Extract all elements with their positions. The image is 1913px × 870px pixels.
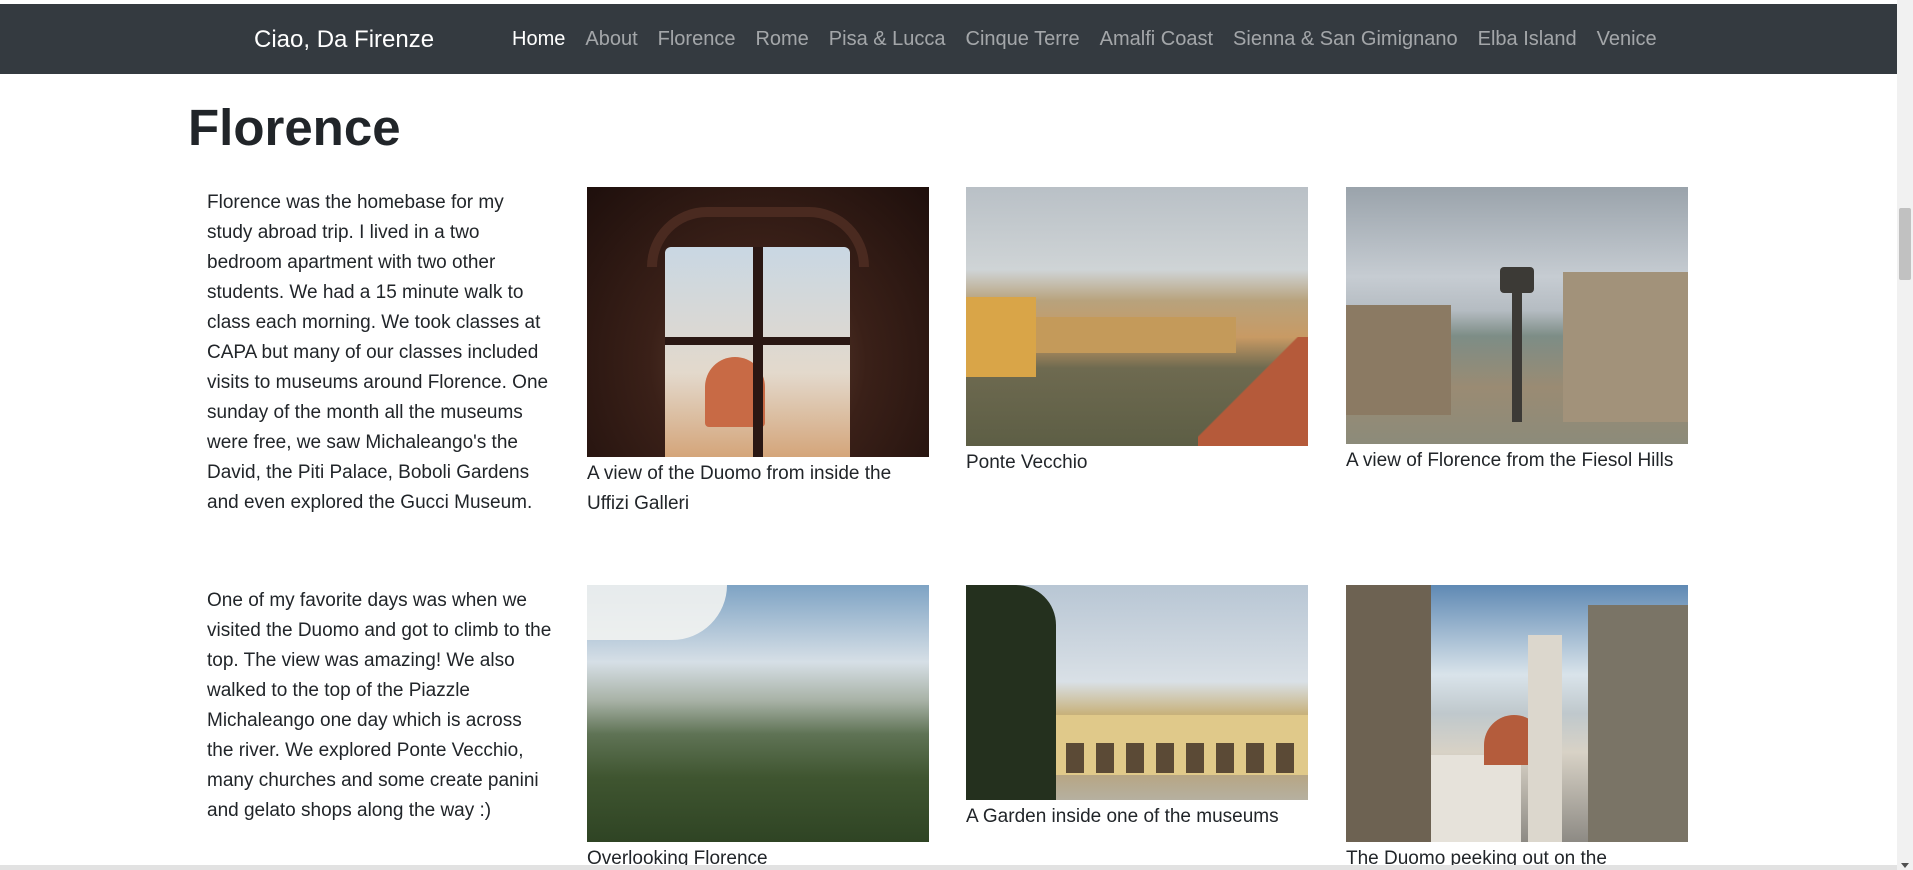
photo-card: A view of the Duomo from inside the Uffi…: [587, 187, 929, 519]
intro-paragraph: Florence was the homebase for my study a…: [207, 192, 549, 513]
photo-caption: A Garden inside one of the museums: [966, 806, 1279, 827]
nav-link-about[interactable]: About: [575, 4, 647, 74]
photo-caption: A view of Florence from the Fiesol Hills: [1346, 450, 1674, 471]
nav-link-amalfi-coast[interactable]: Amalfi Coast: [1090, 4, 1223, 74]
photo-card: A view of Florence from the Fiesol Hills: [1346, 187, 1688, 476]
photo-card: Overlooking Florence: [587, 585, 929, 870]
nav-link-pisa-lucca[interactable]: Pisa & Lucca: [819, 4, 956, 74]
nav-link-elba-island[interactable]: Elba Island: [1468, 4, 1587, 74]
nav-link-home[interactable]: Home: [502, 4, 575, 74]
nav-links: Home About Florence Rome Pisa & Lucca Ci…: [502, 4, 1667, 74]
photo-card: A Garden inside one of the museums: [966, 585, 1308, 832]
nav-link-cinque-terre[interactable]: Cinque Terre: [956, 4, 1090, 74]
nav-link-florence[interactable]: Florence: [648, 4, 746, 74]
nav-link-venice[interactable]: Venice: [1587, 4, 1667, 74]
page-title: Florence: [188, 99, 401, 156]
favorite-day-paragraph: One of my favorite days was when we visi…: [207, 590, 552, 821]
photo-caption: A view of the Duomo from inside the Uffi…: [587, 463, 892, 514]
horizontal-scrollbar[interactable]: [0, 865, 1897, 870]
scroll-down-arrow-icon[interactable]: [1901, 863, 1909, 868]
museum-garden-photo: [966, 585, 1308, 800]
fiesole-hills-photo: [1346, 187, 1688, 444]
vertical-scrollbar[interactable]: [1897, 0, 1913, 870]
scrollbar-thumb[interactable]: [1899, 208, 1911, 280]
ponte-vecchio-photo: [966, 187, 1308, 446]
duomo-from-uffizi-photo: [587, 187, 929, 457]
nav-link-sienna-san-gimignano[interactable]: Sienna & San Gimignano: [1223, 4, 1468, 74]
photo-card: Ponte Vecchio: [966, 187, 1308, 478]
overlooking-florence-photo: [587, 585, 929, 842]
brand-link[interactable]: Ciao, Da Firenze: [254, 4, 434, 74]
navbar: Ciao, Da Firenze Home About Florence Rom…: [0, 4, 1897, 74]
duomo-peeking-photo: [1346, 585, 1688, 842]
nav-link-rome[interactable]: Rome: [745, 4, 818, 74]
photo-caption: Ponte Vecchio: [966, 452, 1088, 473]
photo-card: The Duomo peeking out on the: [1346, 585, 1688, 870]
